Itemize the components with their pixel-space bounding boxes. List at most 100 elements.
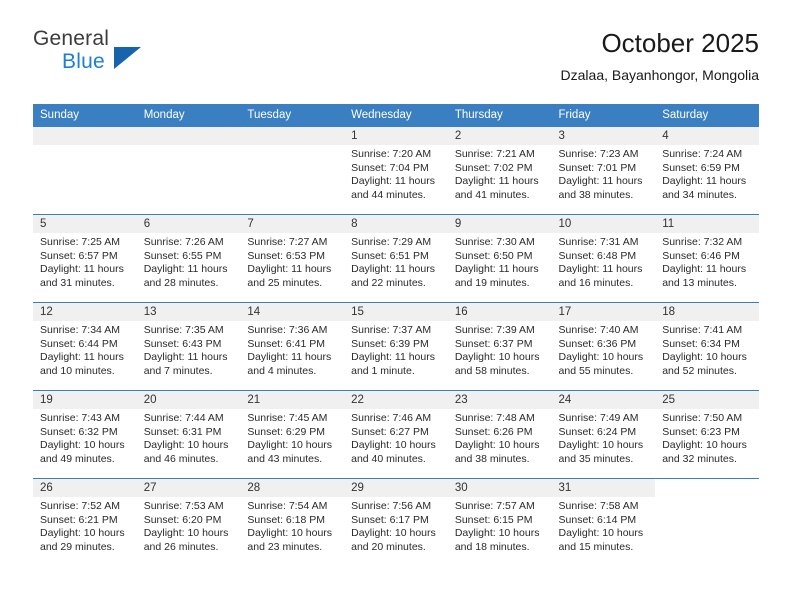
day-detail-line: and 19 minutes.	[454, 276, 530, 289]
day-details: Sunrise: 7:27 AM Sunset: 6:53 PM Daylight:…	[240, 233, 344, 290]
day-number: 8	[344, 215, 448, 233]
day-number: 23	[447, 391, 552, 409]
day-detail-line: Sunset: 6:20 PM	[143, 513, 222, 526]
calendar-week-row: 19 Sunrise: 7:43 AM Sunset: 6:32 PM Dayligh…	[33, 390, 759, 479]
day-number: 14	[240, 303, 345, 321]
page-title: October 2025	[601, 28, 759, 58]
day-detail-line: Sunset: 6:14 PM	[558, 513, 637, 526]
day-cell-inner: 26 Sunrise: 7:52 AM Sunset: 6:21 PM Dayligh…	[33, 479, 137, 567]
day-detail-line: Daylight: 10 hours	[662, 439, 747, 451]
page-subtitle: Dzalaa, Bayanhongor, Mongolia	[560, 67, 759, 83]
day-detail-line: Sunrise: 7:27 AM	[247, 236, 328, 248]
day-detail-line: Sunrise: 7:40 AM	[558, 324, 639, 336]
day-detail-line: and 58 minutes.	[454, 364, 530, 377]
calendar-day-cell[interactable]: 28 Sunrise: 7:54 AM Sunset: 6:18 PM Dayligh…	[240, 478, 345, 567]
day-detail-line: and 38 minutes.	[454, 452, 530, 465]
calendar-day-cell[interactable]: 31 Sunrise: 7:58 AM Sunset: 6:14 PM Dayligh…	[551, 478, 656, 567]
day-detail-line: Daylight: 10 hours	[40, 439, 125, 451]
day-detail-line: Daylight: 10 hours	[143, 439, 229, 451]
day-detail-line: and 31 minutes.	[40, 276, 115, 289]
day-cell-inner: 30 Sunrise: 7:57 AM Sunset: 6:15 PM Dayligh…	[447, 479, 552, 567]
calendar-day-cell[interactable]: 2 Sunrise: 7:21 AM Sunset: 7:02 PM Daylight…	[447, 126, 552, 215]
day-detail-line: Daylight: 11 hours	[351, 351, 435, 363]
calendar-day-cell[interactable]: 26 Sunrise: 7:52 AM Sunset: 6:21 PM Dayligh…	[33, 478, 137, 567]
day-cell-inner: 1 Sunrise: 7:20 AM Sunset: 7:04 PM Daylight…	[344, 127, 448, 214]
day-detail-line: Daylight: 10 hours	[351, 439, 436, 451]
weekday-header-monday: Monday	[136, 104, 241, 127]
day-detail-line: Sunrise: 7:32 AM	[662, 236, 743, 248]
calendar-day-cell[interactable]: 3 Sunrise: 7:23 AM Sunset: 7:01 PM Daylight…	[551, 126, 656, 215]
calendar-day-cell[interactable]: 1 Sunrise: 7:20 AM Sunset: 7:04 PM Daylight…	[344, 126, 448, 215]
calendar-day-cell[interactable]: 13 Sunrise: 7:35 AM Sunset: 6:43 PM Dayligh…	[136, 302, 241, 391]
day-detail-line: Sunrise: 7:26 AM	[143, 236, 224, 248]
day-number: 24	[551, 391, 656, 409]
day-detail-line: Sunset: 7:02 PM	[454, 161, 533, 174]
day-detail-line: and 52 minutes.	[662, 364, 737, 377]
calendar-day-cell[interactable]: 18 Sunrise: 7:41 AM Sunset: 6:34 PM Dayligh…	[655, 302, 759, 391]
day-detail-line: and 28 minutes.	[143, 276, 219, 289]
calendar-day-cell[interactable]: 25 Sunrise: 7:50 AM Sunset: 6:23 PM Dayligh…	[655, 390, 759, 479]
day-detail-line: Sunrise: 7:57 AM	[454, 500, 535, 512]
day-detail-line: Sunset: 6:41 PM	[247, 337, 326, 350]
day-detail-line: Sunset: 6:32 PM	[40, 425, 118, 438]
day-detail-line: and 23 minutes.	[247, 540, 323, 553]
calendar-day-cell[interactable]: 11 Sunrise: 7:32 AM Sunset: 6:46 PM Dayligh…	[655, 214, 759, 303]
day-cell-inner: 10 Sunrise: 7:31 AM Sunset: 6:48 PM Dayligh…	[551, 215, 656, 302]
calendar-day-cell[interactable]: 27 Sunrise: 7:53 AM Sunset: 6:20 PM Dayligh…	[136, 478, 241, 567]
day-detail-line: and 34 minutes.	[662, 188, 737, 201]
calendar-day-cell[interactable]: 16 Sunrise: 7:39 AM Sunset: 6:37 PM Dayligh…	[447, 302, 552, 391]
calendar-day-cell[interactable]: 20 Sunrise: 7:44 AM Sunset: 6:31 PM Dayligh…	[136, 390, 241, 479]
calendar-day-cell[interactable]: 8 Sunrise: 7:29 AM Sunset: 6:51 PM Daylight…	[344, 214, 448, 303]
day-cell-inner: 28 Sunrise: 7:54 AM Sunset: 6:18 PM Dayligh…	[240, 479, 345, 567]
day-number: 13	[136, 303, 241, 321]
day-detail-line: Sunset: 6:51 PM	[351, 249, 429, 262]
calendar-day-cell[interactable]: 7 Sunrise: 7:27 AM Sunset: 6:53 PM Daylight…	[240, 214, 345, 303]
day-detail-line: Sunrise: 7:56 AM	[351, 500, 432, 512]
calendar-day-cell[interactable]: 10 Sunrise: 7:31 AM Sunset: 6:48 PM Dayligh…	[551, 214, 656, 303]
day-details: Sunrise: 7:32 AM Sunset: 6:46 PM Daylight:…	[655, 233, 759, 290]
day-detail-line: Sunset: 6:26 PM	[454, 425, 533, 438]
day-detail-line: Daylight: 10 hours	[40, 527, 125, 539]
day-detail-line: Sunset: 6:39 PM	[351, 337, 429, 350]
day-number: 26	[33, 479, 137, 497]
calendar-day-cell[interactable]: 4 Sunrise: 7:24 AM Sunset: 6:59 PM Daylight…	[655, 126, 759, 215]
calendar-day-cell[interactable]: 30 Sunrise: 7:57 AM Sunset: 6:15 PM Dayligh…	[447, 478, 552, 567]
day-detail-line: and 10 minutes.	[40, 364, 115, 377]
calendar-day-cell[interactable]: 6 Sunrise: 7:26 AM Sunset: 6:55 PM Daylight…	[136, 214, 241, 303]
calendar-day-cell[interactable]: 23 Sunrise: 7:48 AM Sunset: 6:26 PM Dayligh…	[447, 390, 552, 479]
day-details: Sunrise: 7:57 AM Sunset: 6:15 PM Daylight:…	[448, 497, 552, 554]
day-number: 31	[551, 479, 656, 497]
calendar-day-cell-empty	[240, 126, 345, 215]
day-detail-line: Sunset: 6:57 PM	[40, 249, 118, 262]
calendar-day-cell[interactable]: 24 Sunrise: 7:49 AM Sunset: 6:24 PM Dayligh…	[551, 390, 656, 479]
calendar-day-cell[interactable]: 22 Sunrise: 7:46 AM Sunset: 6:27 PM Dayligh…	[344, 390, 448, 479]
calendar-day-cell[interactable]: 12 Sunrise: 7:34 AM Sunset: 6:44 PM Dayligh…	[33, 302, 137, 391]
day-number: 30	[447, 479, 552, 497]
calendar-day-cell[interactable]: 9 Sunrise: 7:30 AM Sunset: 6:50 PM Daylight…	[447, 214, 552, 303]
calendar-day-cell[interactable]: 19 Sunrise: 7:43 AM Sunset: 6:32 PM Dayligh…	[33, 390, 137, 479]
day-number	[655, 479, 759, 497]
calendar-day-cell[interactable]: 29 Sunrise: 7:56 AM Sunset: 6:17 PM Dayligh…	[344, 478, 448, 567]
day-detail-line: Sunrise: 7:53 AM	[143, 500, 224, 512]
day-detail-line: Sunrise: 7:21 AM	[454, 148, 535, 160]
general-blue-logo[interactable]: General Blue	[33, 27, 183, 83]
day-number: 3	[551, 127, 656, 145]
calendar-day-cell[interactable]: 14 Sunrise: 7:36 AM Sunset: 6:41 PM Dayligh…	[240, 302, 345, 391]
calendar-day-cell[interactable]: 21 Sunrise: 7:45 AM Sunset: 6:29 PM Dayligh…	[240, 390, 345, 479]
day-number: 12	[33, 303, 137, 321]
day-detail-line: Sunrise: 7:36 AM	[247, 324, 328, 336]
day-detail-line: and 40 minutes.	[351, 452, 426, 465]
calendar-day-cell[interactable]: 5 Sunrise: 7:25 AM Sunset: 6:57 PM Daylight…	[33, 214, 137, 303]
day-detail-line: Sunrise: 7:30 AM	[454, 236, 535, 248]
calendar-day-cell[interactable]: 15 Sunrise: 7:37 AM Sunset: 6:39 PM Dayligh…	[344, 302, 448, 391]
title-block: October 2025 Dzalaa, Bayanhongor, Mongol…	[561, 27, 759, 85]
day-detail-line: and 41 minutes.	[454, 188, 530, 201]
day-detail-line: Daylight: 11 hours	[558, 175, 643, 187]
calendar-day-cell[interactable]: 17 Sunrise: 7:40 AM Sunset: 6:36 PM Dayligh…	[551, 302, 656, 391]
weekday-header-thursday: Thursday	[447, 104, 552, 127]
day-detail-line: Sunset: 6:21 PM	[40, 513, 118, 526]
day-cell-inner: 12 Sunrise: 7:34 AM Sunset: 6:44 PM Dayligh…	[33, 303, 137, 390]
day-detail-line: Sunset: 6:48 PM	[558, 249, 637, 262]
day-detail-line: and 16 minutes.	[558, 276, 634, 289]
day-number: 1	[344, 127, 448, 145]
